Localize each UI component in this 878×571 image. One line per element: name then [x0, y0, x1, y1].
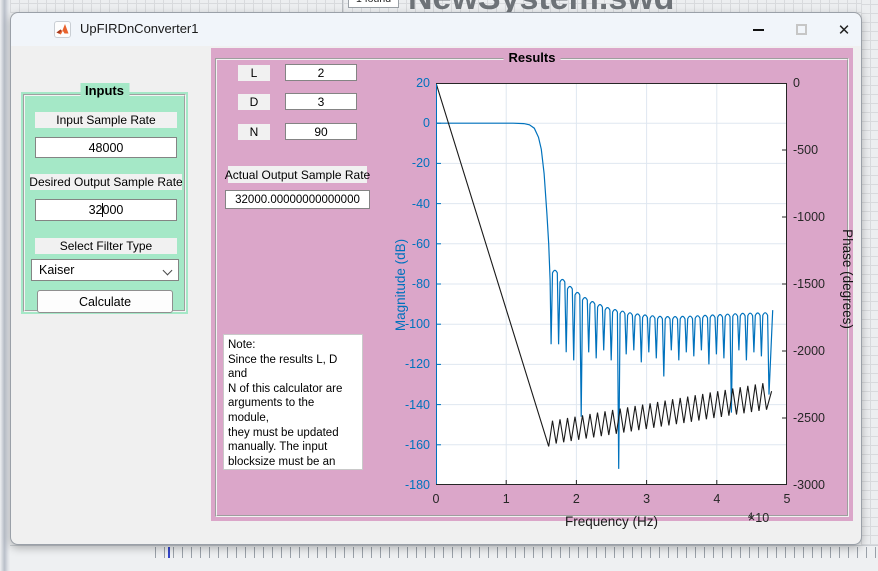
- x-axis-exponent: ×104: [748, 511, 753, 527]
- maximize-icon: [796, 24, 807, 35]
- tick-label: -2000: [793, 344, 825, 358]
- note-text: Note: Since the results L, D and N of th…: [223, 334, 363, 470]
- L-field[interactable]: [285, 64, 357, 81]
- minimize-icon: [753, 29, 764, 31]
- tick-label: -40: [388, 197, 430, 211]
- tick-label: 20: [388, 76, 430, 90]
- close-button[interactable]: ✕: [825, 13, 862, 46]
- tick-label: -180: [388, 478, 430, 492]
- tick-label: 4: [713, 492, 720, 506]
- ruler-playhead: [168, 547, 170, 558]
- tick-label: -140: [388, 398, 430, 412]
- filter-type-label: Select Filter Type: [35, 238, 177, 254]
- x-axis-label: Frequency (Hz): [436, 514, 787, 529]
- L-label: L: [238, 65, 270, 81]
- frequency-response-plot: Frequency (Hz) ×104 Magnitude (dB) Phase…: [389, 71, 862, 533]
- inputs-panel: Inputs Input Sample Rate Desired Output …: [21, 92, 188, 314]
- desired-output-rate-value: 32000: [89, 203, 124, 217]
- tick-label: 0: [793, 76, 800, 90]
- tick-label: 3: [643, 492, 650, 506]
- tick-label: 0: [433, 492, 440, 506]
- window-title: UpFIRDnConverter1: [80, 21, 199, 36]
- input-sample-rate-label: Input Sample Rate: [35, 112, 177, 128]
- N-label: N: [238, 124, 270, 140]
- tick-label: 1: [503, 492, 510, 506]
- title-bar[interactable]: UpFIRDnConverter1 ✕: [11, 13, 861, 46]
- tick-label: -1000: [793, 210, 825, 224]
- exponent-base: ×10: [748, 511, 769, 525]
- maximize-button[interactable]: [782, 13, 820, 46]
- search-result-count: 1 found: [348, 0, 399, 8]
- tick-label: -60: [388, 237, 430, 251]
- close-icon: ✕: [838, 21, 851, 39]
- D-field[interactable]: [285, 93, 357, 110]
- calculate-button[interactable]: Calculate: [37, 290, 173, 313]
- background-canvas-strip: [861, 0, 878, 545]
- tick-label: -120: [388, 357, 430, 371]
- D-label: D: [238, 94, 270, 110]
- filter-type-dropdown[interactable]: Kaiser: [31, 259, 179, 281]
- background-timeline-ruler: [10, 545, 878, 571]
- desired-output-rate-field[interactable]: 32000: [35, 199, 177, 221]
- matlab-icon: [54, 21, 71, 38]
- tick-label: -80: [388, 277, 430, 291]
- tick-label: -3000: [793, 478, 825, 492]
- actual-output-rate-field[interactable]: [225, 190, 370, 209]
- N-field[interactable]: [285, 123, 357, 140]
- desired-output-rate-label: Desired Output Sample Rate: [30, 174, 182, 190]
- chevron-down-icon: [163, 266, 173, 276]
- tick-label: 0: [388, 116, 430, 130]
- tick-label: 2: [573, 492, 580, 506]
- actual-output-rate-label: Actual Output Sample Rate: [228, 166, 367, 183]
- tick-label: -500: [793, 143, 818, 157]
- input-sample-rate-field[interactable]: [35, 137, 177, 158]
- tick-label: -160: [388, 438, 430, 452]
- minimize-button[interactable]: [739, 13, 777, 46]
- upfirdn-converter-window: UpFIRDnConverter1 ✕ Inputs Input Sample …: [10, 12, 862, 545]
- tick-label: -1500: [793, 277, 825, 291]
- tick-label: -20: [388, 156, 430, 170]
- background-left-edge: [0, 0, 10, 571]
- tick-label: -2500: [793, 411, 825, 425]
- results-legend: Results: [504, 50, 561, 65]
- filter-type-value: Kaiser: [39, 263, 74, 277]
- text-caret: [102, 203, 103, 217]
- plot-axes: [436, 83, 787, 485]
- right-y-axis-label: Phase (degrees): [839, 209, 855, 349]
- ruler-ticks: [155, 547, 878, 558]
- tick-label: 5: [784, 492, 791, 506]
- tick-label: -100: [388, 317, 430, 331]
- inputs-legend: Inputs: [80, 83, 129, 98]
